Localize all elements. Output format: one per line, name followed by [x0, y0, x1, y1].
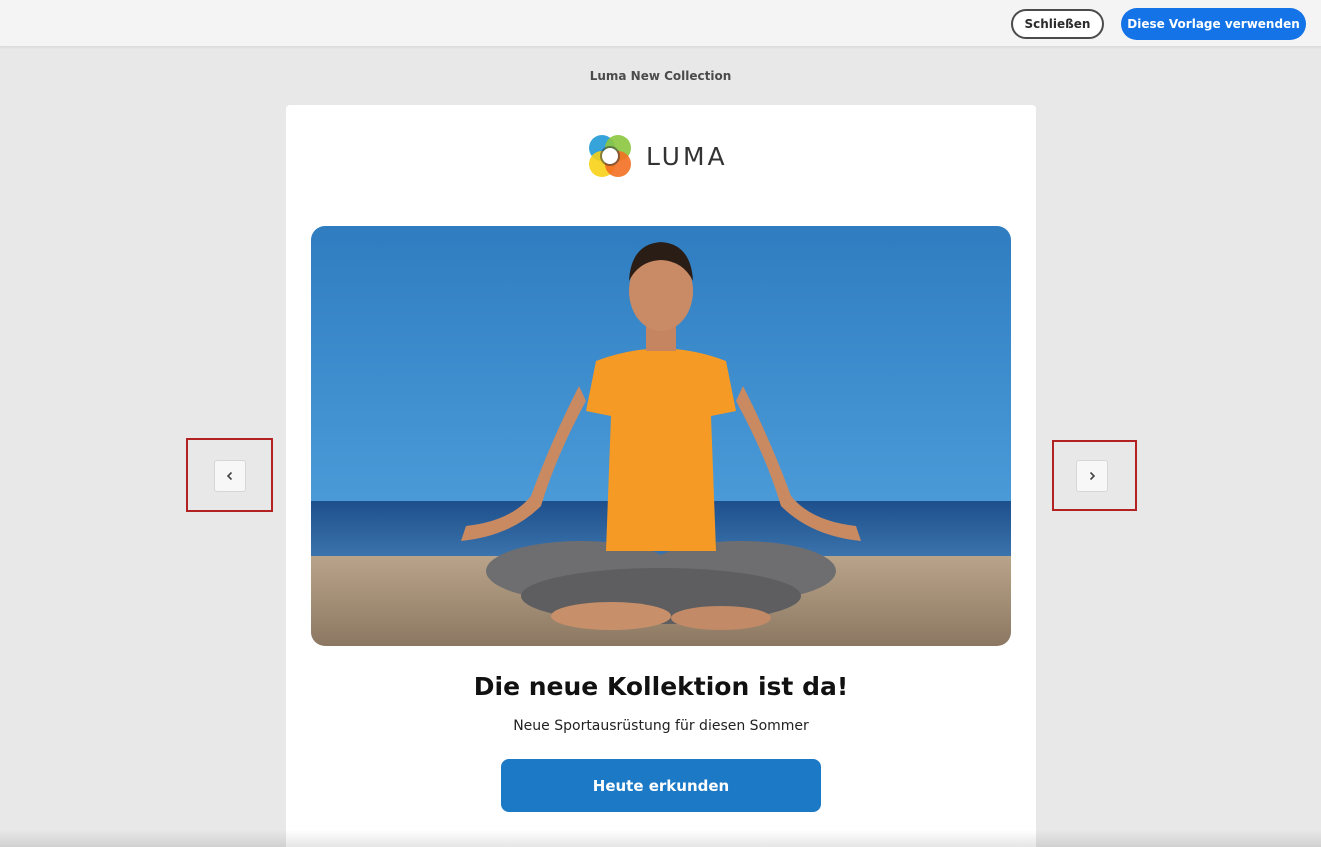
template-title: Luma New Collection: [589, 69, 732, 83]
explore-today-button[interactable]: Heute erkunden: [501, 759, 821, 812]
luma-wordmark: LUMA: [646, 141, 728, 171]
chevron-left-icon: [226, 471, 233, 481]
email-preview-card: LUMA Die neue Kollektion ist da! Neue Sp…: [286, 105, 1036, 847]
close-button[interactable]: Schließen: [1011, 9, 1104, 39]
top-toolbar: Schließen Diese Vorlage verwenden: [0, 0, 1321, 47]
previous-template-button[interactable]: [214, 460, 246, 492]
luma-logo: LUMA: [587, 133, 728, 179]
chevron-right-icon: [1089, 471, 1096, 481]
use-template-button[interactable]: Diese Vorlage verwenden: [1121, 8, 1306, 40]
hero-image: [311, 226, 1011, 646]
email-headline: Die neue Kollektion ist da!: [473, 672, 849, 701]
next-template-button[interactable]: [1076, 460, 1108, 492]
email-subheadline: Neue Sportausrüstung für diesen Sommer: [513, 718, 809, 734]
bottom-edge-shadow: [0, 830, 1321, 847]
luma-logo-mark-icon: [589, 135, 631, 177]
